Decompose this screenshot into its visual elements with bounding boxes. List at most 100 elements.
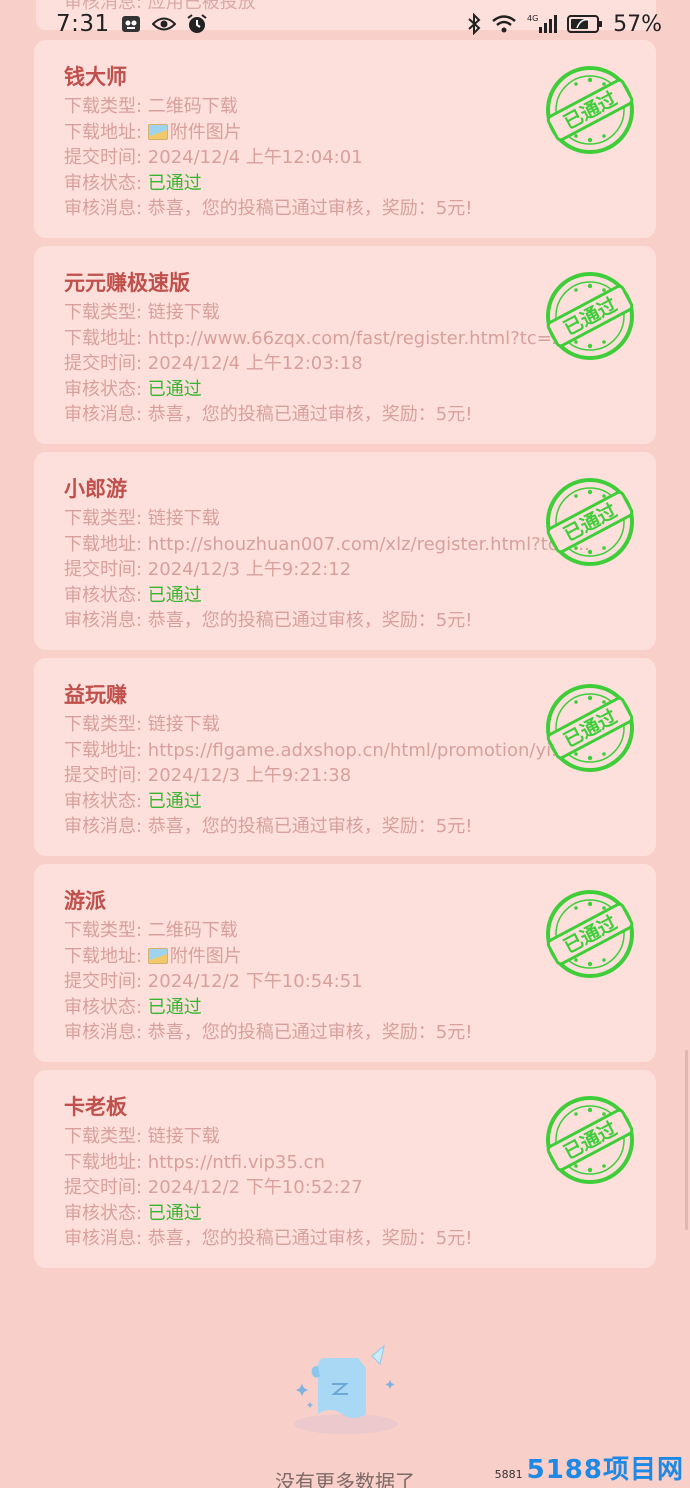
- submit-time-label: 提交时间:: [64, 559, 148, 580]
- download-type-row: 下载类型: 链接下载: [64, 300, 624, 326]
- download-address-value[interactable]: https://flgame.adxshop.cn/html/promotion…: [148, 740, 569, 761]
- review-message-value: 恭喜，您的投稿已通过审核，奖励：5元!: [147, 1022, 473, 1043]
- submission-card[interactable]: 小郎游 下载类型: 链接下载 下载地址: http://shouzhuan007…: [34, 452, 656, 650]
- cellular-signal-icon: 4G: [527, 13, 558, 35]
- review-message-row: 审核消息: 恭喜，您的投稿已通过审核，奖励：5元!: [64, 1020, 624, 1046]
- submit-time-label: 提交时间:: [64, 1177, 148, 1198]
- eye-icon: [151, 16, 176, 32]
- review-status-value: 已通过: [147, 172, 202, 194]
- watermark-big-text: 5188项目网: [526, 1455, 684, 1485]
- download-type-row: 下载类型: 二维码下载: [64, 918, 624, 944]
- download-address-row: 下载地址: 附件图片: [64, 120, 624, 146]
- submission-list[interactable]: 钱大师 下载类型: 二维码下载 下载地址: 附件图片 提交时间: 2024/12…: [34, 40, 656, 1276]
- submit-time-label: 提交时间:: [64, 765, 148, 786]
- download-type-value: 链接下载: [147, 302, 220, 323]
- submit-time-label: 提交时间:: [64, 147, 148, 168]
- status-time: 7:31: [56, 11, 110, 37]
- download-type-label: 下载类型:: [64, 302, 148, 323]
- review-message-label: 审核消息:: [64, 198, 148, 219]
- submit-time-value: 2024/12/3 上午9:21:38: [147, 765, 352, 786]
- app-notification-icon: [120, 13, 142, 35]
- empty-document-illustration-icon: [294, 1344, 398, 1434]
- submit-time-row: 提交时间: 2024/12/2 下午10:52:27: [64, 1175, 624, 1201]
- submit-time-label: 提交时间:: [64, 971, 148, 992]
- download-address-value[interactable]: 附件图片: [170, 946, 242, 967]
- submission-card[interactable]: 游派 下载类型: 二维码下载 下载地址: 附件图片 提交时间: 2024/12/…: [34, 864, 656, 1062]
- review-message-row: 审核消息: 恭喜，您的投稿已通过审核，奖励：5元!: [64, 814, 624, 840]
- download-type-value: 二维码下载: [147, 920, 238, 941]
- watermark-small-text: 5881: [494, 1468, 523, 1481]
- submit-time-row: 提交时间: 2024/12/3 上午9:21:38: [64, 763, 624, 789]
- bluetooth-icon: [467, 13, 481, 35]
- review-message-label: 审核消息:: [64, 1228, 148, 1249]
- review-message-label: 审核消息:: [64, 404, 148, 425]
- battery-percent: 57%: [613, 11, 662, 37]
- review-status-row: 审核状态: 已通过: [64, 377, 624, 403]
- download-type-row: 下载类型: 链接下载: [64, 1124, 624, 1150]
- review-status-label: 审核状态:: [64, 584, 148, 606]
- download-type-value: 链接下载: [147, 1126, 220, 1147]
- download-type-label: 下载类型:: [64, 96, 148, 117]
- download-type-label: 下载类型:: [64, 508, 148, 529]
- app-title: 元元赚极速版: [64, 271, 190, 295]
- review-status-value: 已通过: [147, 1202, 202, 1224]
- download-address-row: 下载地址: https://ntfi.vip35.cn: [64, 1150, 624, 1176]
- review-status-value: 已通过: [147, 996, 202, 1018]
- review-message-value: 恭喜，您的投稿已通过审核，奖励：5元!: [147, 404, 473, 425]
- approved-stamp-icon: 已通过: [546, 1096, 634, 1184]
- review-status-value: 已通过: [147, 790, 202, 812]
- submission-card[interactable]: 钱大师 下载类型: 二维码下载 下载地址: 附件图片 提交时间: 2024/12…: [34, 40, 656, 238]
- submit-time-row: 提交时间: 2024/12/3 上午9:22:12: [64, 557, 624, 583]
- review-status-row: 审核状态: 已通过: [64, 995, 624, 1021]
- download-address-label: 下载地址:: [64, 121, 148, 143]
- review-message-label: 审核消息:: [64, 610, 148, 631]
- download-type-value: 链接下载: [147, 714, 220, 735]
- review-message-value: 恭喜，您的投稿已通过审核，奖励：5元!: [147, 610, 473, 631]
- review-message-row: 审核消息: 恭喜，您的投稿已通过审核，奖励：5元!: [64, 608, 624, 634]
- download-address-row: 下载地址: http://shouzhuan007.com/xlz/regist…: [64, 532, 624, 558]
- review-status-label: 审核状态:: [64, 996, 148, 1018]
- download-address-label: 下载地址:: [64, 1151, 148, 1173]
- download-address-row: 下载地址: https://flgame.adxshop.cn/html/pro…: [64, 738, 624, 764]
- download-address-value[interactable]: https://ntfi.vip35.cn: [148, 1152, 325, 1173]
- approved-stamp-icon: 已通过: [546, 478, 634, 566]
- review-message-label: 审核消息:: [64, 816, 148, 837]
- app-title: 钱大师: [64, 65, 127, 89]
- review-status-label: 审核状态:: [64, 172, 148, 194]
- watermark-logo: 5881 5188项目网: [495, 1449, 684, 1486]
- review-message-row: 审核消息: 恭喜，您的投稿已通过审核，奖励：5元!: [64, 402, 624, 428]
- submit-time-value: 2024/12/4 上午12:04:01: [147, 147, 363, 168]
- wifi-icon: [491, 14, 517, 34]
- submission-card[interactable]: 元元赚极速版 下载类型: 链接下载 下载地址: http://www.66zqx…: [34, 246, 656, 444]
- submit-time-label: 提交时间:: [64, 353, 148, 374]
- submit-time-value: 2024/12/2 下午10:52:27: [147, 1177, 363, 1198]
- submit-time-row: 提交时间: 2024/12/2 下午10:54:51: [64, 969, 624, 995]
- submission-card[interactable]: 益玩赚 下载类型: 链接下载 下载地址: https://flgame.adxs…: [34, 658, 656, 856]
- review-message-value: 恭喜，您的投稿已通过审核，奖励：5元!: [147, 198, 473, 219]
- submission-card[interactable]: 卡老板 下载类型: 链接下载 下载地址: https://ntfi.vip35.…: [34, 1070, 656, 1268]
- svg-text:4G: 4G: [527, 14, 538, 23]
- download-address-value[interactable]: http://shouzhuan007.com/xlz/register.htm…: [148, 534, 590, 555]
- download-type-value: 二维码下载: [147, 96, 238, 117]
- approved-stamp-icon: 已通过: [546, 684, 634, 772]
- image-attachment-icon: [147, 947, 168, 964]
- download-address-value[interactable]: http://www.66zqx.com/fast/register.html?…: [148, 328, 563, 349]
- battery-saver-icon: [567, 14, 603, 34]
- download-address-label: 下载地址:: [64, 533, 148, 555]
- alarm-icon: [186, 13, 208, 35]
- download-type-row: 下载类型: 链接下载: [64, 506, 624, 532]
- download-address-label: 下载地址:: [64, 327, 148, 349]
- app-title: 游派: [64, 889, 106, 913]
- review-message-row: 审核消息: 恭喜，您的投稿已通过审核，奖励：5元!: [64, 1226, 624, 1252]
- scrollbar[interactable]: [685, 1050, 688, 1230]
- review-status-label: 审核状态:: [64, 790, 148, 812]
- download-address-row: 下载地址: http://www.66zqx.com/fast/register…: [64, 326, 624, 352]
- review-message-row: 审核消息: 恭喜，您的投稿已通过审核，奖励：5元!: [64, 196, 624, 222]
- app-title: 益玩赚: [64, 683, 127, 707]
- download-type-label: 下载类型:: [64, 714, 148, 735]
- download-address-value[interactable]: 附件图片: [170, 122, 242, 143]
- download-type-label: 下载类型:: [64, 920, 148, 941]
- download-address-row: 下载地址: 附件图片: [64, 944, 624, 970]
- submit-time-value: 2024/12/2 下午10:54:51: [147, 971, 363, 992]
- download-type-row: 下载类型: 二维码下载: [64, 94, 624, 120]
